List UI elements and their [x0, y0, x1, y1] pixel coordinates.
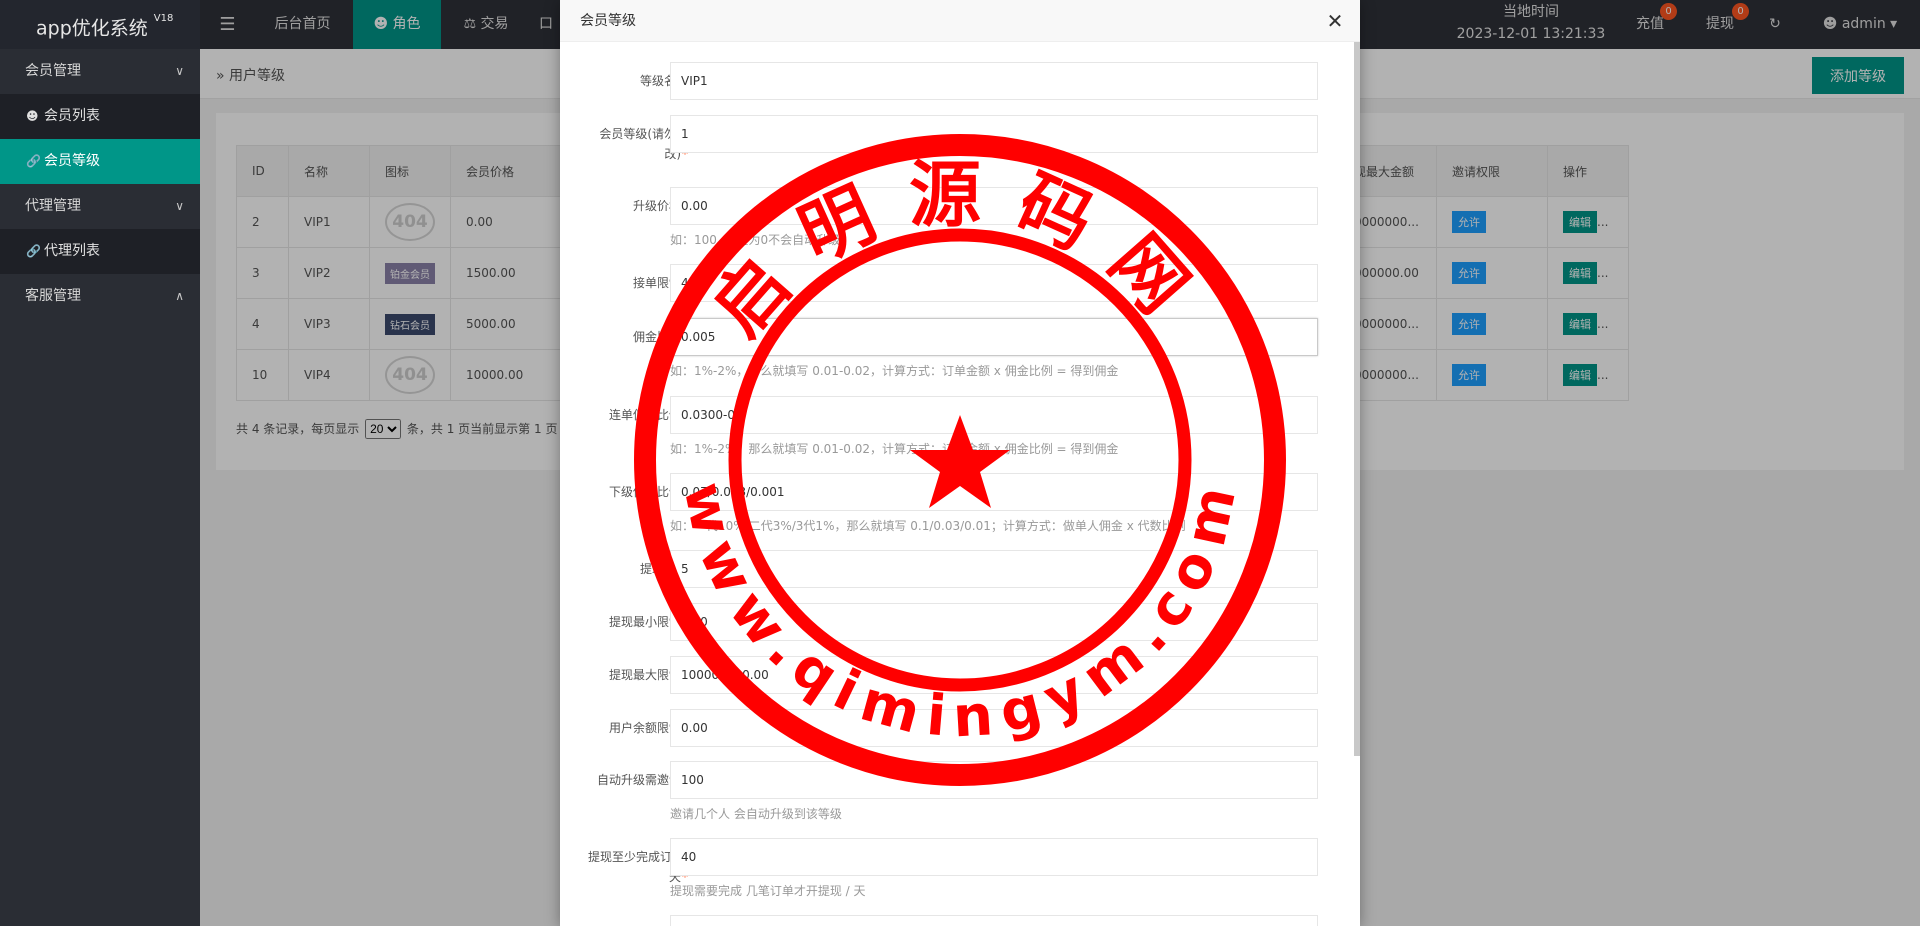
upgrade-price-hint: 如：100, 设置为0不会自动升级 [670, 233, 841, 247]
auto-upgrade-input[interactable]: 100 [670, 761, 1318, 799]
chevron-down-icon: ∨ [175, 64, 184, 78]
sidebar-group-members[interactable]: 会员管理 ∨ [0, 49, 200, 94]
sidebar-item-agent-list[interactable]: 🔗 代理列表 [0, 229, 200, 274]
upgrade-price-input[interactable]: 0.00 [670, 187, 1318, 225]
order-limit-input[interactable]: 40 [670, 264, 1318, 302]
level-number-input[interactable]: 1 [670, 115, 1318, 153]
min-orders-input[interactable]: 40 [670, 838, 1318, 876]
withdraw-min-input[interactable]: 0.00 [670, 603, 1318, 641]
balance-limit-input[interactable]: 0.00 [670, 709, 1318, 747]
next-field-input[interactable] [670, 915, 1318, 926]
user-icon: ☻ [26, 109, 39, 123]
link-icon: 🔗 [26, 154, 41, 168]
sidebar-group-agents[interactable]: 代理管理 ∨ [0, 184, 200, 229]
chevron-up-icon: ∧ [175, 289, 184, 303]
level-edit-modal: 会员等级 ✕ 等级名称 VIP1 会员等级(请勿修改)* 1 升级价格* 0.0… [560, 0, 1360, 926]
sub-commission-input[interactable]: 0.07/0.003/0.001 [670, 473, 1318, 511]
chain-commission-input[interactable]: 0.0300-0.0 [670, 396, 1318, 434]
modal-title: 会员等级 [580, 13, 636, 29]
app-logo[interactable]: app优化系统 V18 [0, 0, 200, 49]
withdraw-max-input[interactable]: 100000000.00 [670, 656, 1318, 694]
min-orders-hint: 提现需要完成 几笔订单才开提现 / 天 [670, 884, 866, 898]
chain-commission-hint: 如：1%-2%，那么就填写 0.01-0.02，计算方式：订单金额 x 佣金比例… [670, 442, 1119, 456]
modal-scrollbar[interactable] [1354, 42, 1360, 756]
chevron-down-icon: ∨ [175, 199, 184, 213]
withdraw-times-input[interactable]: 5 [670, 550, 1318, 588]
sidebar-item-member-list[interactable]: ☻ 会员列表 [0, 94, 200, 139]
commission-hint: 如：1%-2%，那么就填写 0.01-0.02，计算方式：订单金额 x 佣金比例… [670, 364, 1119, 378]
sub-commission-hint: 如：一代10%/二代3%/3代1%，那么就填写 0.1/0.03/0.01；计算… [670, 519, 1186, 533]
auto-upgrade-hint: 邀请几个人 会自动升级到该等级 [670, 807, 842, 821]
link-icon: 🔗 [26, 244, 41, 258]
level-name-input[interactable]: VIP1 [670, 62, 1318, 100]
sidebar-group-service[interactable]: 客服管理 ∧ [0, 274, 200, 319]
close-icon[interactable]: ✕ [1320, 0, 1350, 42]
sidebar-item-member-level[interactable]: 🔗 会员等级 [0, 139, 200, 184]
commission-input[interactable]: 0.005 [670, 318, 1318, 356]
sidebar: app优化系统 V18 会员管理 ∨ ☻ 会员列表 🔗 会员等级 代理管理 ∨ 🔗 代理列表… [0, 0, 200, 926]
version-tag: V18 [153, 13, 174, 24]
modal-header: 会员等级 ✕ [560, 0, 1360, 42]
